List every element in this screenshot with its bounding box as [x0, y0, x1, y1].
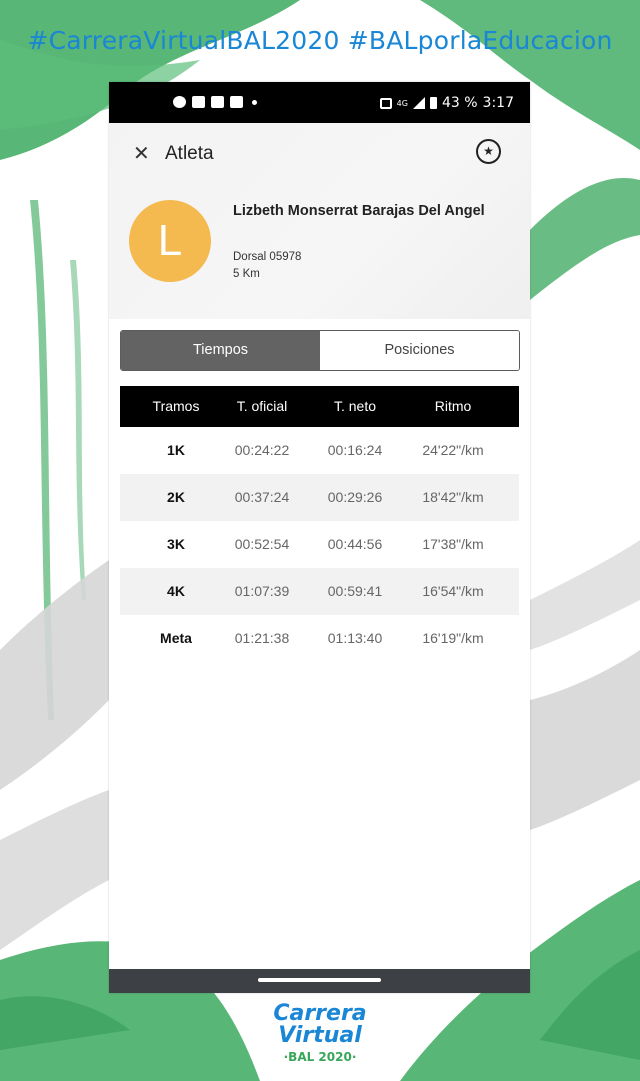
tab-posiciones[interactable]: Posiciones [320, 331, 519, 370]
header-t-neto: T. neto [333, 398, 377, 414]
oficial-cell: 00:24:22 [234, 442, 290, 458]
athlete-distance: 5 Km [233, 268, 260, 280]
clock: 3:17 [482, 95, 514, 111]
star-icon[interactable]: ★ [476, 139, 501, 164]
tramo-cell: 2K [167, 489, 185, 505]
facebook-icon [192, 96, 205, 108]
youtube-icon [230, 96, 243, 108]
logo-line-3: ·BAL 2020· [283, 1050, 357, 1064]
table-row: Meta 01:21:38 01:13:40 16'19"/km [120, 615, 519, 662]
tab-tiempos[interactable]: Tiempos [121, 331, 320, 370]
navigation-bar [109, 969, 530, 993]
tramo-cell: 4K [167, 583, 185, 599]
athlete-name: Lizbeth Monserrat Barajas Del Angel [233, 203, 485, 219]
more-notifications-dot [252, 99, 257, 105]
table-header: Tramos T. oficial T. neto Ritmo [120, 386, 519, 427]
oficial-cell: 01:21:38 [234, 630, 290, 646]
tramo-cell: 1K [167, 442, 185, 458]
header-tramos: Tramos [152, 398, 200, 414]
phone-screen: 4G 43 % 3:17 ✕ Atleta ★ L Lizbeth Monser… [109, 82, 530, 993]
neto-cell: 00:59:41 [327, 583, 383, 599]
close-icon[interactable]: ✕ [133, 141, 150, 166]
battery-level: 43 % [441, 95, 478, 111]
battery-icon [429, 97, 437, 109]
neto-cell: 01:13:40 [327, 630, 383, 646]
tab-bar: Tiempos Posiciones [120, 330, 520, 371]
table-row: 1K 00:24:22 00:16:24 24'22"/km [120, 427, 519, 474]
messenger-icon [173, 96, 186, 108]
table-row: 2K 00:37:24 00:29:26 18'42"/km [120, 474, 519, 521]
status-bar: 4G 43 % 3:17 [109, 82, 530, 123]
network-type: 4G [396, 98, 408, 108]
athlete-header: ✕ Atleta ★ L Lizbeth Monserrat Barajas D… [109, 123, 530, 319]
header-t-oficial: T. oficial [236, 398, 288, 414]
hashtag-banner: #CarreraVirtualBAL2020 #BALporlaEducacio… [27, 26, 613, 55]
vibrate-icon [379, 97, 392, 109]
page-title: Atleta [165, 143, 214, 164]
system-status: 4G 43 % 3:17 [379, 95, 514, 111]
event-logo: Carrera Virtual ·BAL 2020· [262, 1003, 378, 1075]
tramo-cell: Meta [160, 630, 192, 646]
home-gesture-handle[interactable] [258, 978, 381, 982]
neto-cell: 00:29:26 [327, 489, 383, 505]
athlete-dorsal: Dorsal 05978 [233, 251, 302, 263]
ritmo-cell: 24'22"/km [422, 442, 484, 458]
table-row: 3K 00:52:54 00:44:56 17'38"/km [120, 521, 519, 568]
tramo-cell: 3K [167, 536, 185, 552]
table-row: 4K 01:07:39 00:59:41 16'54"/km [120, 568, 519, 615]
oficial-cell: 00:52:54 [234, 536, 290, 552]
logo-line-1: Carrera [273, 1001, 367, 1026]
avatar: L [129, 200, 211, 282]
ritmo-cell: 17'38"/km [422, 536, 484, 552]
ritmo-cell: 16'54"/km [422, 583, 484, 599]
ritmo-cell: 18'42"/km [422, 489, 484, 505]
neto-cell: 00:44:56 [327, 536, 383, 552]
signal-icon [412, 97, 425, 109]
notification-icons [173, 96, 257, 108]
youtube-icon [211, 96, 224, 108]
header-ritmo: Ritmo [434, 398, 472, 414]
neto-cell: 00:16:24 [327, 442, 383, 458]
oficial-cell: 00:37:24 [234, 489, 290, 505]
oficial-cell: 01:07:39 [234, 583, 290, 599]
ritmo-cell: 16'19"/km [422, 630, 484, 646]
logo-line-2: Virtual [278, 1023, 362, 1048]
